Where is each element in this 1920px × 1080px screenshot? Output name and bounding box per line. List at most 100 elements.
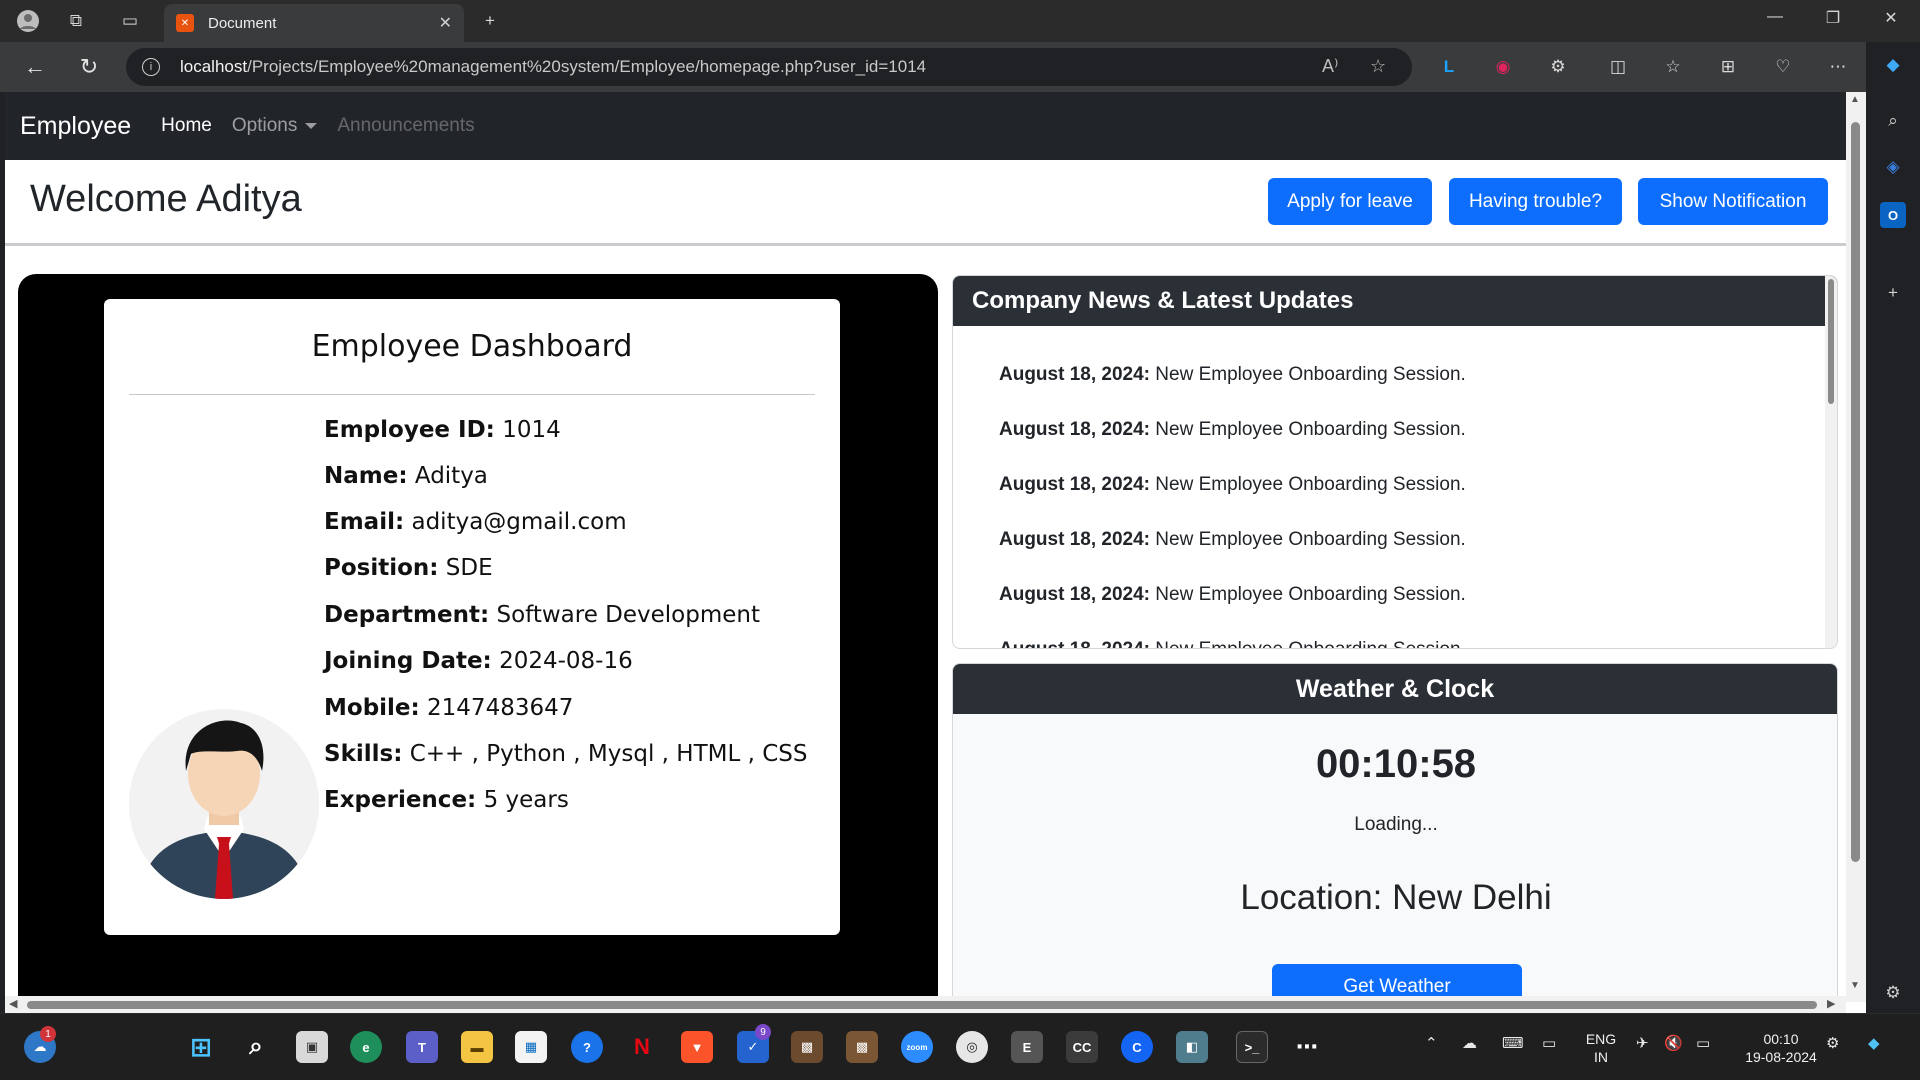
volume-muted-icon[interactable]: 🔇 (1664, 1034, 1683, 1052)
field-value: aditya@gmail.com (411, 509, 627, 535)
netflix-icon[interactable]: N (626, 1031, 658, 1063)
app-photo-2-icon[interactable]: ▩ (846, 1031, 878, 1063)
task-view-icon[interactable]: ▣ (296, 1031, 328, 1063)
show-notification-button[interactable]: Show Notification (1638, 178, 1828, 225)
help-icon[interactable]: ? (571, 1031, 603, 1063)
display-icon[interactable]: ▭ (1542, 1034, 1556, 1052)
app-photo-icon[interactable]: ▩ (791, 1031, 823, 1063)
microsoft-store-icon[interactable]: ▦ (515, 1031, 547, 1063)
tab-actions-icon[interactable]: ▭ (116, 7, 144, 35)
scroll-up-icon[interactable]: ▲ (1850, 94, 1860, 105)
minimize-icon[interactable]: — (1760, 8, 1790, 26)
tab-title: Document (208, 14, 277, 32)
extension-l-icon[interactable]: L (1436, 54, 1462, 80)
browser-tab-bar: ⧉ ▭ ✕ Document ✕ + — ❐ ✕ (0, 0, 1920, 42)
nav-home[interactable]: Home (161, 115, 212, 137)
add-sidebar-app-icon[interactable]: + (1880, 280, 1906, 306)
collections-icon[interactable]: ⊞ (1715, 54, 1741, 80)
page-horizontal-scrollbar[interactable]: ◀ ▶ (5, 996, 1846, 1013)
list-item: August 18, 2024: New Employee Onboarding… (999, 639, 1466, 648)
app-e-icon[interactable]: E (1011, 1031, 1043, 1063)
field-position: Position: SDE (324, 555, 493, 581)
field-label: Name: (324, 463, 408, 489)
scroll-left-icon[interactable]: ◀ (9, 997, 17, 1010)
file-explorer-icon[interactable]: ▬ (461, 1031, 493, 1063)
site-navbar: Employee Home Options Announcements (5, 92, 1846, 160)
field-value: SDE (445, 555, 493, 581)
close-window-icon[interactable]: ✕ (1876, 8, 1906, 28)
apply-leave-button[interactable]: Apply for leave (1268, 178, 1432, 225)
news-title: Company News & Latest Updates (953, 276, 1837, 326)
tray-cloud-icon[interactable]: ☁ (1462, 1034, 1477, 1052)
clock-display: 00:10:58 (1315, 742, 1477, 786)
new-tab-icon[interactable]: + (476, 7, 504, 35)
nav-options-dropdown[interactable]: Options (232, 115, 318, 137)
scroll-down-icon[interactable]: ▼ (1850, 980, 1860, 991)
weather-location: Location: New Delhi (1240, 878, 1552, 917)
field-label: Department: (324, 602, 490, 628)
extension-record-icon[interactable]: ◉ (1490, 54, 1516, 80)
taskbar-more-icon[interactable]: ⋯ (1291, 1031, 1323, 1063)
c-app-icon[interactable]: C (1121, 1031, 1153, 1063)
outlook-icon[interactable]: O (1880, 202, 1906, 228)
news-scrollbar[interactable] (1825, 276, 1837, 648)
horizontal-scroll-thumb[interactable] (27, 1001, 1817, 1009)
system-clock[interactable]: 00:10 19-08-2024 (1736, 1030, 1826, 1066)
settings-gear-icon[interactable]: ⚙ (1880, 980, 1906, 1006)
battery-icon[interactable]: ▭ (1696, 1034, 1710, 1052)
tab-close-icon[interactable]: ✕ (439, 13, 452, 33)
field-label: Email: (324, 509, 405, 535)
news-scroll-thumb[interactable] (1828, 279, 1834, 404)
terminal-icon[interactable]: >_ (1236, 1031, 1268, 1063)
zoom-icon[interactable]: zoom (901, 1031, 933, 1063)
more-options-icon[interactable]: ⋯ (1825, 54, 1851, 80)
page-vertical-scrollbar[interactable]: ▲ ▼ (1846, 92, 1866, 1002)
tab-document[interactable]: ✕ Document ✕ (164, 4, 464, 42)
list-item: August 18, 2024: New Employee Onboarding… (999, 529, 1466, 551)
workspaces-icon[interactable]: ⧉ (62, 7, 90, 35)
avatar (129, 709, 319, 899)
teams-icon[interactable]: T (406, 1031, 438, 1063)
split-screen-icon[interactable]: ◫ (1605, 54, 1631, 80)
site-info-icon[interactable]: i (142, 58, 160, 76)
read-aloud-icon[interactable]: A⁾ (1322, 56, 1338, 77)
back-icon[interactable]: ← (20, 52, 50, 82)
field-label: Employee ID: (324, 417, 495, 443)
search-icon[interactable]: ⌕ (1880, 108, 1906, 134)
notification-bell-icon[interactable]: ⚙ (1826, 1034, 1839, 1052)
page-scroll-thumb[interactable] (1851, 122, 1860, 862)
copilot-icon[interactable]: ◆ (1880, 52, 1906, 78)
start-windows-icon[interactable]: ⊞ (185, 1031, 217, 1063)
shopping-tag-icon[interactable]: ◈ (1880, 154, 1906, 180)
app-window-icon[interactable]: ◧ (1176, 1031, 1208, 1063)
employee-dashboard-card: Employee Dashboard Employee ID: 1014 Nam… (104, 299, 840, 935)
github-desktop-icon[interactable]: ◎ (956, 1031, 988, 1063)
field-value: 2147483647 (427, 695, 574, 721)
news-panel: Company News & Latest Updates August 18,… (952, 275, 1838, 649)
favorite-star-icon[interactable]: ☆ (1370, 56, 1386, 77)
todo-badge: 9 (755, 1024, 771, 1040)
list-item: August 18, 2024: New Employee Onboarding… (999, 584, 1466, 606)
scroll-right-icon[interactable]: ▶ (1827, 997, 1835, 1010)
address-bar[interactable]: i localhost /Projects/Employee%20managem… (126, 48, 1412, 86)
wifi-icon[interactable]: ✈ (1636, 1034, 1649, 1052)
language-indicator[interactable]: ENG IN (1583, 1030, 1619, 1066)
refresh-icon[interactable]: ↻ (74, 52, 104, 82)
favorites-icon[interactable]: ☆ (1660, 54, 1686, 80)
browser-essentials-icon[interactable]: ♡ (1770, 54, 1796, 80)
having-trouble-button[interactable]: Having trouble? (1449, 178, 1622, 225)
extensions-icon[interactable]: ⚙ (1545, 54, 1571, 80)
keyboard-icon[interactable]: ⌨ (1502, 1034, 1524, 1052)
cc-icon[interactable]: CC (1066, 1031, 1098, 1063)
navbar-brand[interactable]: Employee (20, 112, 131, 141)
dashboard-container: Employee Dashboard Employee ID: 1014 Nam… (18, 274, 938, 1013)
edge-browser-icon[interactable]: e (350, 1031, 382, 1063)
field-value: C++ , Python , Mysql , HTML , CSS (409, 741, 808, 767)
restore-icon[interactable]: ❐ (1818, 8, 1848, 28)
profile-icon[interactable] (14, 7, 42, 35)
taskbar-search-icon[interactable]: ⌕ (240, 1031, 272, 1063)
brave-icon[interactable]: ▼ (681, 1031, 713, 1063)
url-path: /Projects/Employee%20management%20system… (247, 57, 927, 76)
tray-chevron-up-icon[interactable]: ⌃ (1425, 1034, 1438, 1052)
copilot-taskbar-icon[interactable]: ◆ (1868, 1034, 1880, 1052)
